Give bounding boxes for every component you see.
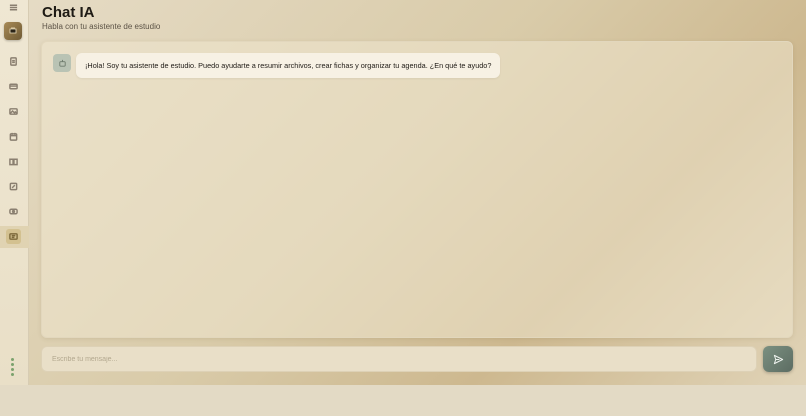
bottom-strip [0,385,806,416]
card-icon [9,83,18,90]
status-dot [11,368,14,371]
page-subtitle: Habla con tu asistente de estudio [42,22,161,31]
sidebar-item-images[interactable] [6,104,21,119]
app-logo-icon [9,27,17,34]
sidebar-item-tags[interactable] [6,204,21,219]
status-dot [11,363,14,366]
bot-icon [58,59,66,67]
sidebar-item-calendar[interactable] [6,129,21,144]
assistant-message: ¡Hola! Soy tu asistente de estudio. Pued… [76,53,501,78]
send-icon [773,354,783,364]
calendar-icon [9,132,18,141]
menu-button[interactable] [6,0,21,15]
status-dots [11,358,17,378]
page-title: Chat IA [42,4,95,21]
message-input[interactable] [42,347,756,371]
image-icon [9,108,18,115]
message-input-wrapper [41,346,757,372]
sidebar [0,0,29,385]
sidebar-item-library[interactable] [6,154,21,169]
chat-icon [9,233,18,240]
status-dot [11,358,14,361]
document-icon [10,57,17,66]
sidebar-item-documents[interactable] [6,54,21,69]
sidebar-item-notes[interactable] [6,179,21,194]
tag-icon [9,208,18,215]
assistant-avatar [53,54,71,72]
menu-icon [9,4,18,11]
status-dot [11,373,14,376]
sidebar-item-cards[interactable] [6,79,21,94]
chat-panel: ¡Hola! Soy tu asistente de estudio. Pued… [41,41,793,338]
sidebar-item-chat[interactable] [6,229,21,244]
book-icon [9,158,18,166]
app-logo-button[interactable] [4,22,22,40]
sidebar-item-chat-active [0,226,29,248]
edit-icon [9,182,18,191]
send-button[interactable] [763,346,793,372]
